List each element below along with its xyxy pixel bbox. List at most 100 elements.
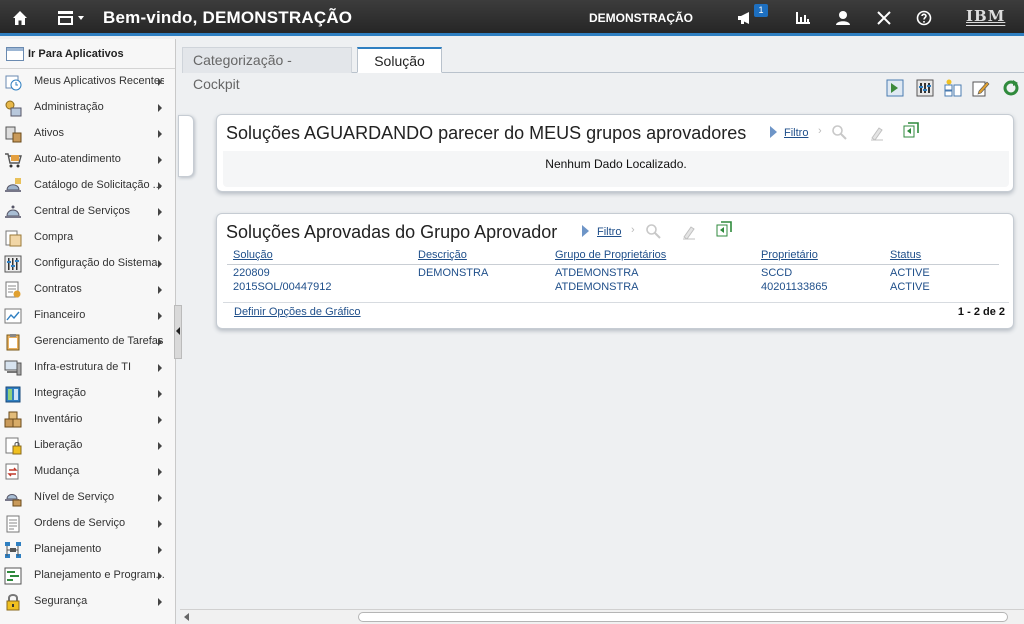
reports-icon[interactable] [795, 10, 811, 26]
megaphone-icon[interactable] [737, 10, 753, 26]
sidebar-item-mudanca[interactable]: Mudança [0, 459, 175, 485]
search-icon[interactable] [645, 223, 661, 239]
chevron-right-icon [158, 442, 162, 450]
clear-filter-icon[interactable] [869, 125, 885, 141]
sidebar-title: Ir Para Aplicativos [28, 48, 124, 60]
sidebar-item-integracao[interactable]: Integração [0, 381, 175, 407]
service-level-icon [4, 489, 22, 507]
sidebar-item-label: Gerenciamento de Tarefas [34, 335, 164, 347]
sidebar-item-gerenciamento-de-tarefas[interactable]: Gerenciamento de Tarefas [0, 329, 175, 355]
sidebar-item-label: Administração [34, 101, 104, 113]
column-header-grupo[interactable]: Grupo de Proprietários [555, 249, 666, 261]
assets-icon [4, 125, 22, 143]
sidebar-item-label: Planejamento e Program... [34, 569, 164, 581]
sidebar-item-meus-aplicativos-recentes[interactable]: Meus Aplicativos Recentes [0, 69, 175, 95]
clear-filter-icon[interactable] [681, 224, 697, 240]
portlet-title: Soluções Aprovadas do Grupo Aprovador [226, 222, 558, 242]
chevron-right-icon [158, 130, 162, 138]
filter-arrow-icon[interactable] [770, 126, 777, 138]
column-header-solucao[interactable]: Solução [233, 249, 273, 261]
table-header: Solução Descrição Grupo de Proprietários… [217, 249, 1015, 263]
help-icon[interactable] [916, 10, 932, 26]
table-row[interactable]: 2015SOL/00447912 ATDEMONSTRA 40201133865… [217, 281, 1015, 295]
notification-badge[interactable]: 1 [754, 4, 768, 17]
sidebar-header: Ir Para Aplicativos [0, 39, 175, 69]
table-row[interactable]: 220809 DEMONSTRA ATDEMONSTRA SCCD ACTIVE [217, 267, 1015, 281]
search-icon[interactable] [831, 124, 847, 140]
sidebar-item-nivel-de-servico[interactable]: Nível de Serviço [0, 485, 175, 511]
main-content: Categorização - Cockpit Solução Soluções… [178, 39, 1024, 624]
chevron-right-icon: › [631, 224, 635, 236]
horizontal-scrollbar[interactable] [180, 609, 1024, 624]
applications-menu-icon[interactable] [58, 11, 86, 25]
sidebar-item-infra-estrutura-de-ti[interactable]: Infra-estrutura de TI [0, 355, 175, 381]
column-header-descricao[interactable]: Descrição [418, 249, 467, 261]
cell-status: ACTIVE [890, 267, 930, 279]
chart-options-link[interactable]: Definir Opções de Gráfico [234, 306, 361, 318]
admin-icon [4, 99, 22, 117]
sidebar-item-financeiro[interactable]: Financeiro [0, 303, 175, 329]
bell-catalog-icon [4, 177, 22, 195]
sidebar-item-central-de-servicos[interactable]: Central de Serviços [0, 199, 175, 225]
profile-icon[interactable] [835, 10, 851, 26]
filter-link[interactable]: Filtro [597, 226, 621, 238]
sidebar-item-seguranca[interactable]: Segurança [0, 589, 175, 615]
chevron-right-icon [158, 156, 162, 164]
sidebar-item-inventario[interactable]: Inventário [0, 407, 175, 433]
cell-proprietario: SCCD [761, 267, 793, 279]
sidebar-item-administracao[interactable]: Administração [0, 95, 175, 121]
sidebar-item-planejamento[interactable]: Planejamento [0, 537, 175, 563]
layout-icon[interactable] [944, 79, 962, 97]
download-icon[interactable] [903, 122, 919, 138]
filter-arrow-icon[interactable] [582, 225, 589, 237]
download-icon[interactable] [716, 221, 732, 237]
sidebar-item-planejamento-e-program[interactable]: Planejamento e Program... [0, 563, 175, 589]
close-icon[interactable] [876, 10, 892, 26]
boxes-icon [4, 411, 22, 429]
sidebar-item-compra[interactable]: Compra [0, 225, 175, 251]
chevron-right-icon [158, 416, 162, 424]
scroll-left-icon[interactable] [184, 613, 189, 621]
release-icon [4, 437, 22, 455]
approved-solutions-portlet: Soluções Aprovadas do Grupo Aprovador Fi… [216, 213, 1014, 329]
cell-descricao: DEMONSTRA [418, 267, 489, 279]
sidebar-item-catalogo-de-solicitacao[interactable]: Catálogo de Solicitação ... [0, 173, 175, 199]
sidebar-item-label: Ordens de Serviço [34, 517, 126, 529]
chevron-right-icon [158, 520, 162, 528]
configure-icon[interactable] [916, 79, 934, 97]
sidebar-item-configuracao-do-sistema[interactable]: Configuração do Sistema [0, 251, 175, 277]
pending-solutions-portlet: Soluções AGUARDANDO parecer do MEUS grup… [216, 114, 1014, 192]
sidebar-item-ordens-de-servico[interactable]: Ordens de Serviço [0, 511, 175, 537]
scrollbar-thumb[interactable] [358, 612, 1008, 622]
sidebar-item-liberacao[interactable]: Liberação [0, 433, 175, 459]
sidebar-list: Meus Aplicativos Recentes Administração At… [0, 69, 175, 615]
ibm-logo: IBM [966, 7, 1006, 25]
cell-solucao[interactable]: 2015SOL/00447912 [233, 281, 331, 293]
sidebar-item-label: Meus Aplicativos Recentes [34, 75, 164, 87]
sidebar-item-label: Financeiro [34, 309, 86, 321]
tab-solucao[interactable]: Solução [357, 47, 442, 73]
sidebar-item-contratos[interactable]: Contratos [0, 277, 175, 303]
sidebar-item-auto-atendimento[interactable]: Auto-atendimento [0, 147, 175, 173]
edit-icon[interactable] [972, 79, 990, 97]
sidebar-item-label: Integração [34, 387, 86, 399]
tab-categorizacao-cockpit[interactable]: Categorização - Cockpit [182, 47, 352, 92]
cell-solucao[interactable]: 220809 [233, 267, 270, 279]
chevron-right-icon [158, 78, 162, 86]
sidebar-item-ativos[interactable]: Ativos [0, 121, 175, 147]
filter-link[interactable]: Filtro [784, 127, 808, 139]
lock-icon [4, 593, 22, 611]
column-header-proprietario[interactable]: Proprietário [761, 249, 818, 261]
collapsed-portlet[interactable] [178, 115, 194, 177]
start-center-icon[interactable] [886, 79, 904, 97]
user-name[interactable]: DEMONSTRAÇÃO [589, 11, 693, 25]
table-footer: Definir Opções de Gráfico 1 - 2 de 2 [223, 302, 1009, 324]
chevron-right-icon [158, 572, 162, 580]
column-header-status[interactable]: Status [890, 249, 921, 261]
sidebar-item-label: Catálogo de Solicitação ... [34, 179, 162, 191]
chevron-right-icon [158, 338, 162, 346]
home-icon[interactable] [12, 10, 28, 26]
sidebar-collapse-handle[interactable] [174, 305, 182, 359]
change-icon [4, 463, 22, 481]
refresh-icon[interactable] [1002, 79, 1020, 97]
